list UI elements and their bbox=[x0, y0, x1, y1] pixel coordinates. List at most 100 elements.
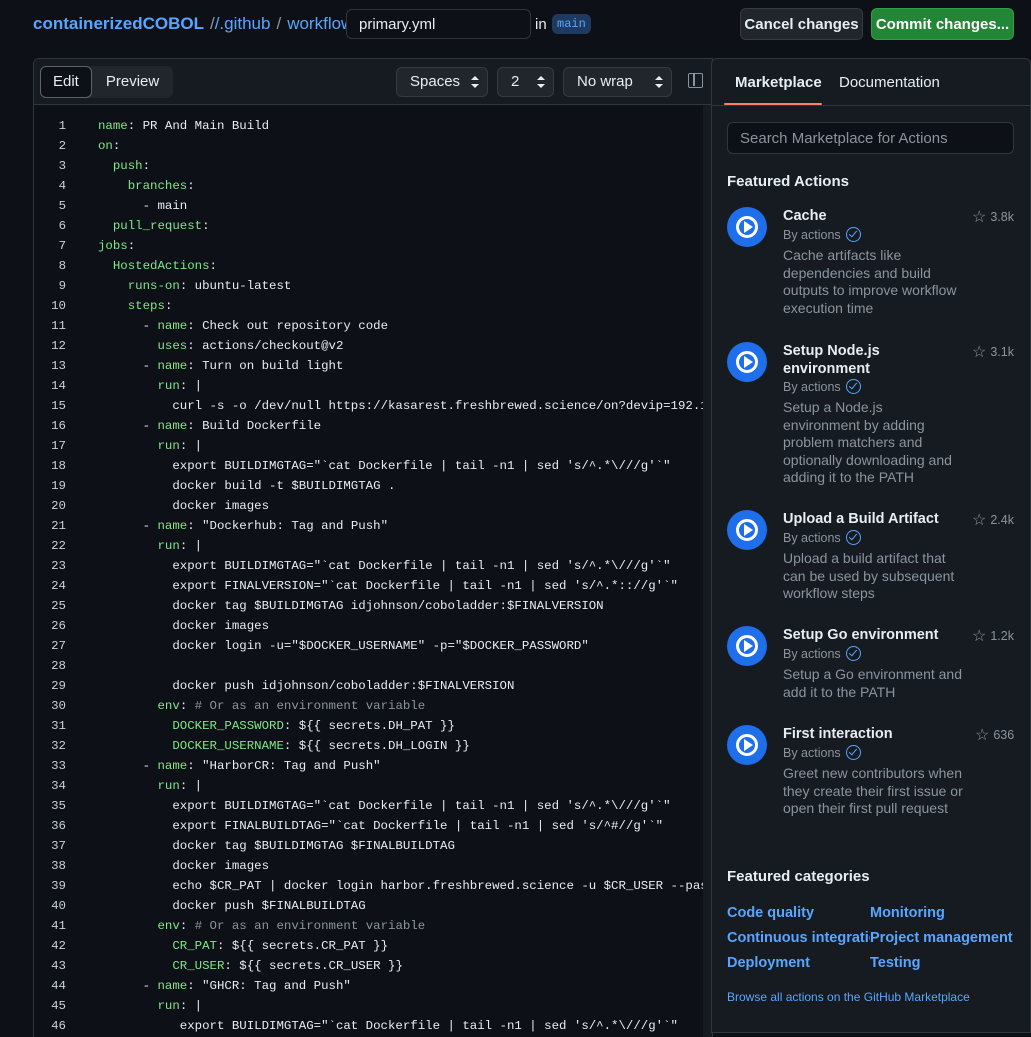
code-line[interactable]: 18 export BUILDIMGTAG="`cat Dockerfile |… bbox=[34, 456, 712, 476]
code-line[interactable]: 31 DOCKER_PASSWORD: ${{ secrets.DH_PAT }… bbox=[34, 716, 712, 736]
code-line[interactable]: 21 - name: "Dockerhub: Tag and Push" bbox=[34, 516, 712, 536]
code-line[interactable]: 23 export BUILDIMGTAG="`cat Dockerfile |… bbox=[34, 556, 712, 576]
code-line[interactable]: 19 docker build -t $BUILDIMGTAG . bbox=[34, 476, 712, 496]
indent-mode-select[interactable]: Spaces bbox=[396, 67, 488, 97]
action-stars: ☆ 3.1k bbox=[972, 342, 1014, 362]
action-name[interactable]: Cache bbox=[783, 207, 963, 225]
category-code-quality[interactable]: Code quality bbox=[727, 905, 814, 921]
code-line[interactable]: 45 run: | bbox=[34, 996, 712, 1016]
category-continuous-integration[interactable]: Continuous integration bbox=[727, 930, 870, 946]
category-testing[interactable]: Testing bbox=[870, 955, 920, 971]
code-line[interactable]: 12 uses: actions/checkout@v2 bbox=[34, 336, 712, 356]
code-line[interactable]: 34 run: | bbox=[34, 776, 712, 796]
code-line[interactable]: 5 - main bbox=[34, 196, 712, 216]
code-line[interactable]: 32 DOCKER_USERNAME: ${{ secrets.DH_LOGIN… bbox=[34, 736, 712, 756]
code-line[interactable]: 4 branches: bbox=[34, 176, 712, 196]
select-caret-icon bbox=[471, 76, 479, 88]
star-count: 3.1k bbox=[990, 345, 1014, 359]
code-line[interactable]: 41 env: # Or as an environment variable bbox=[34, 916, 712, 936]
code-line[interactable]: 8 HostedActions: bbox=[34, 256, 712, 276]
breadcrumb-repo-link[interactable]: containerizedCOBOL bbox=[33, 14, 204, 34]
star-count: 2.4k bbox=[990, 513, 1014, 527]
tab-preview[interactable]: Preview bbox=[92, 66, 173, 98]
action-author: By actions bbox=[783, 745, 861, 760]
code-line[interactable]: 28 bbox=[34, 656, 712, 676]
cancel-changes-button[interactable]: Cancel changes bbox=[740, 8, 863, 40]
category-monitoring[interactable]: Monitoring bbox=[870, 905, 945, 921]
code-text: run: | bbox=[98, 376, 203, 396]
action-name[interactable]: First interaction bbox=[783, 725, 963, 743]
code-line[interactable]: 9 runs-on: ubuntu-latest bbox=[34, 276, 712, 296]
code-line[interactable]: 25 docker tag $BUILDIMGTAG idjohnson/cob… bbox=[34, 596, 712, 616]
code-line[interactable]: 35 export BUILDIMGTAG="`cat Dockerfile |… bbox=[34, 796, 712, 816]
code-text: - name: Check out repository code bbox=[98, 316, 388, 336]
tab-edit[interactable]: Edit bbox=[40, 66, 92, 98]
tab-marketplace[interactable]: Marketplace bbox=[735, 74, 822, 91]
code-line[interactable]: 33 - name: "HarborCR: Tag and Push" bbox=[34, 756, 712, 776]
code-line[interactable]: 6 pull_request: bbox=[34, 216, 712, 236]
code-token: docker login -u="$DOCKER_USERNAME" -p="$… bbox=[98, 639, 589, 653]
code-line[interactable]: 46 export BUILDIMGTAG="`cat Dockerfile |… bbox=[34, 1016, 712, 1036]
code-line[interactable]: 38 docker images bbox=[34, 856, 712, 876]
filename-input[interactable] bbox=[346, 9, 531, 39]
code-line[interactable]: 14 run: | bbox=[34, 376, 712, 396]
breadcrumb-github-link[interactable]: /.github bbox=[215, 14, 271, 34]
code-line[interactable]: 2 on: bbox=[34, 136, 712, 156]
category-deployment[interactable]: Deployment bbox=[727, 955, 810, 971]
indent-size-select[interactable]: 2 bbox=[497, 67, 554, 97]
code-line[interactable]: 30 env: # Or as an environment variable bbox=[34, 696, 712, 716]
code-line[interactable]: 13 - name: Turn on build light bbox=[34, 356, 712, 376]
code-line[interactable]: 39 echo $CR_PAT | docker login harbor.fr… bbox=[34, 876, 712, 896]
code-line[interactable]: 11 - name: Check out repository code bbox=[34, 316, 712, 336]
code-line[interactable]: 37 docker tag $BUILDIMGTAG $FINALBUILDTA… bbox=[34, 836, 712, 856]
line-number: 23 bbox=[51, 559, 66, 573]
action-name[interactable]: Setup Go environment bbox=[783, 626, 963, 644]
yaml-key: run bbox=[157, 999, 180, 1013]
code-line[interactable]: 10 steps: bbox=[34, 296, 712, 316]
code-line[interactable]: 27 docker login -u="$DOCKER_USERNAME" -p… bbox=[34, 636, 712, 656]
line-number: 33 bbox=[51, 759, 66, 773]
category-project-management[interactable]: Project management bbox=[870, 930, 1013, 946]
code-line[interactable]: 29 docker push idjohnson/coboladder:$FIN… bbox=[34, 676, 712, 696]
code-line[interactable]: 7 jobs: bbox=[34, 236, 712, 256]
toggle-sidebar-icon[interactable] bbox=[688, 73, 703, 88]
code-line[interactable]: 3 push: bbox=[34, 156, 712, 176]
code-line[interactable]: 42 CR_PAT: ${{ secrets.CR_PAT }} bbox=[34, 936, 712, 956]
code-text: export BUILDIMGTAG="`cat Dockerfile | ta… bbox=[98, 796, 670, 816]
code-editor[interactable]: 1 name: PR And Main Build 2 on: 3 push: 4 bra… bbox=[34, 116, 712, 1036]
code-token: docker push $FINALBUILDTAG bbox=[98, 899, 366, 913]
yaml-comment: # Or as an environment variable bbox=[194, 699, 426, 713]
yaml-key: branches bbox=[127, 179, 188, 193]
code-token: curl -s -o /dev/null https://kasarest.fr… bbox=[98, 399, 712, 413]
active-tab-indicator bbox=[724, 103, 822, 105]
code-token: : bbox=[209, 259, 217, 273]
code-line[interactable]: 20 docker images bbox=[34, 496, 712, 516]
commit-changes-button[interactable]: Commit changes... bbox=[871, 8, 1014, 40]
code-line[interactable]: 16 - name: Build Dockerfile bbox=[34, 416, 712, 436]
code-line[interactable]: 1 name: PR And Main Build bbox=[34, 116, 712, 136]
code-token: - bbox=[98, 319, 158, 333]
code-line[interactable]: 40 docker push $FINALBUILDTAG bbox=[34, 896, 712, 916]
code-line[interactable]: 43 CR_USER: ${{ secrets.CR_USER }} bbox=[34, 956, 712, 976]
yaml-key: jobs bbox=[98, 239, 128, 253]
yaml-key: steps bbox=[127, 299, 165, 313]
code-line[interactable]: 36 export FINALBUILDTAG="`cat Dockerfile… bbox=[34, 816, 712, 836]
wrap-mode-select[interactable]: No wrap bbox=[563, 67, 672, 97]
line-number: 14 bbox=[51, 379, 66, 393]
code-line[interactable]: 22 run: | bbox=[34, 536, 712, 556]
browse-marketplace-link[interactable]: Browse all actions on the GitHub Marketp… bbox=[727, 990, 970, 1004]
code-line[interactable]: 24 export FINALVERSION="`cat Dockerfile … bbox=[34, 576, 712, 596]
code-line[interactable]: 17 run: | bbox=[34, 436, 712, 456]
marketplace-search-input[interactable] bbox=[727, 122, 1014, 154]
code-line[interactable]: 26 docker images bbox=[34, 616, 712, 636]
code-line[interactable]: 15 curl -s -o /dev/null https://kasarest… bbox=[34, 396, 712, 416]
code-text: export BUILDIMGTAG="`cat Dockerfile | ta… bbox=[98, 456, 670, 476]
code-line[interactable]: 44 - name: "GHCR: Tag and Push" bbox=[34, 976, 712, 996]
yaml-key: on bbox=[98, 139, 113, 153]
code-token: : bbox=[187, 179, 195, 193]
action-name[interactable]: Setup Node.js environment bbox=[783, 342, 913, 378]
action-name[interactable]: Upload a Build Artifact bbox=[783, 510, 963, 528]
tab-documentation[interactable]: Documentation bbox=[839, 74, 940, 91]
